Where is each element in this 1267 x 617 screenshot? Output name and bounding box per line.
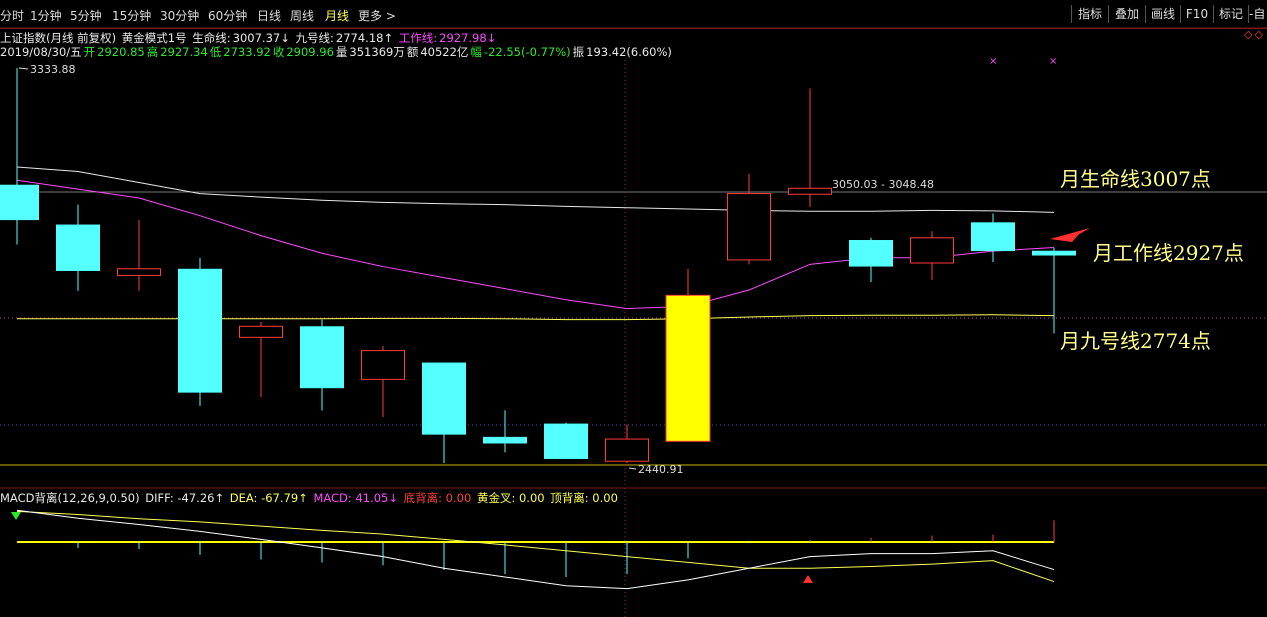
candle-body-down bbox=[0, 184, 39, 221]
candle-body-down bbox=[300, 326, 344, 389]
candle-body-highlight bbox=[665, 294, 711, 442]
macd-down-arrow-icon bbox=[11, 512, 21, 520]
candle-body-up bbox=[910, 237, 954, 264]
candle-body-down bbox=[483, 436, 527, 444]
candle-body-down bbox=[544, 423, 588, 459]
candle-body-up bbox=[727, 193, 771, 261]
candle-body-down bbox=[422, 362, 466, 435]
signal-marker: × bbox=[1049, 56, 1057, 67]
signal-marker: × bbox=[989, 56, 997, 67]
macd-dea-line bbox=[16, 510, 1055, 583]
annotation-arrow-icon bbox=[1050, 228, 1090, 242]
candle-body-up bbox=[361, 350, 405, 380]
min-price-pointer bbox=[628, 467, 637, 470]
candle-body-down bbox=[971, 222, 1015, 252]
max-price-pointer bbox=[18, 67, 29, 70]
candle-body-down bbox=[56, 224, 100, 271]
work-line bbox=[16, 179, 1055, 310]
nine-line bbox=[17, 314, 1055, 321]
candle-body-up bbox=[239, 325, 283, 338]
candle-body-up bbox=[788, 187, 832, 195]
annotation-nine-line: 月九号线2774点 bbox=[1060, 329, 1211, 353]
min-price-label: 2440.91 bbox=[638, 463, 684, 476]
candle-body-up bbox=[605, 438, 649, 462]
candle-body-down bbox=[1032, 250, 1076, 256]
macd-diff-line bbox=[16, 509, 1055, 590]
candle-body-down bbox=[178, 268, 222, 393]
annotation-life-line: 月生命线3007点 bbox=[1060, 167, 1211, 191]
candle-body-down bbox=[849, 240, 893, 267]
annotation-work-line: 月工作线2927点 bbox=[1093, 241, 1244, 265]
max-price-label: 3333.88 bbox=[30, 63, 76, 76]
candlestick-chart[interactable]: 3333.88 2440.91 3050.03 - 3048.48 × × bbox=[0, 0, 1267, 617]
range-label: 3050.03 - 3048.48 bbox=[832, 178, 934, 191]
macd-up-arrow-icon bbox=[803, 575, 813, 583]
candle-body-up bbox=[117, 268, 161, 276]
